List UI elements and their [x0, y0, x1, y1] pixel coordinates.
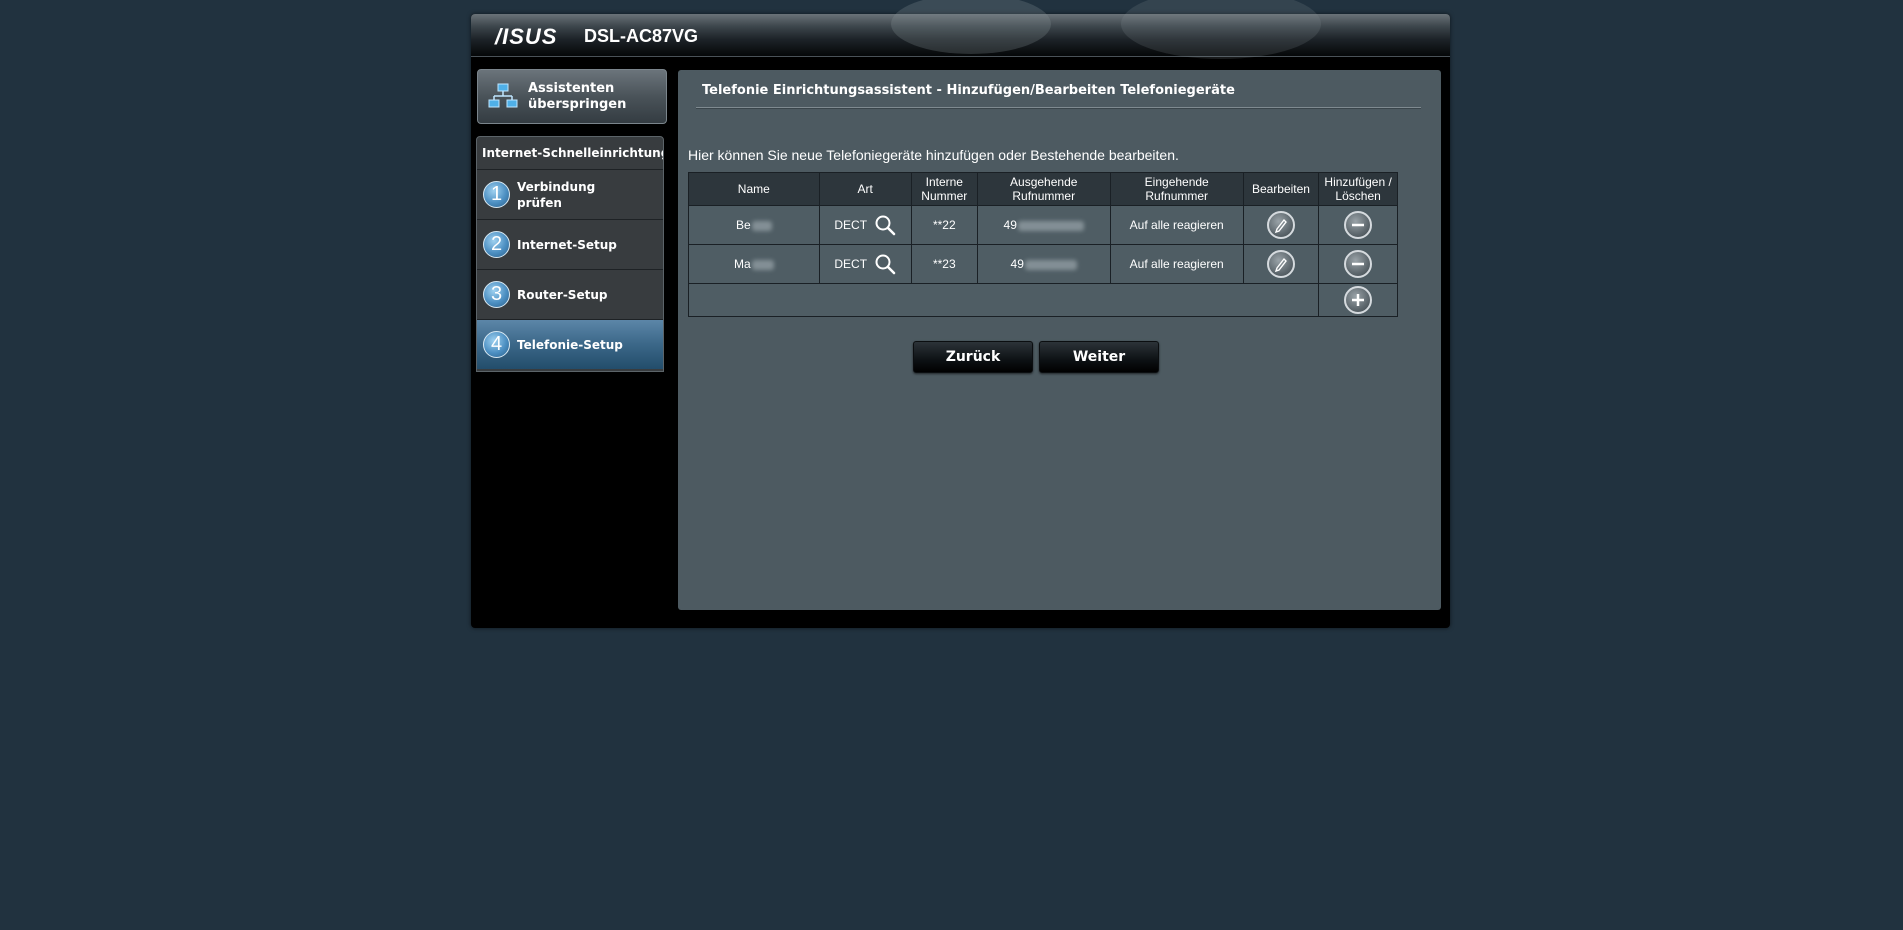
skip-wizard-label: Assistenten überspringen [528, 81, 627, 112]
outgoing-number-cell: 49 [976, 205, 1111, 245]
delete-cell [1318, 244, 1398, 284]
col-hinzufuegen: Hinzufügen / Löschen [1318, 172, 1398, 206]
search-icon[interactable] [874, 253, 896, 275]
step-number-icon: 1 [483, 181, 510, 208]
col-art: Art [818, 172, 912, 206]
step-verbindung[interactable]: 1 Verbindung prüfen [477, 170, 663, 220]
col-ausgehende: Ausgehende Rufnummer [976, 172, 1111, 206]
internal-number-cell: **23 [910, 244, 978, 284]
step-internet-setup[interactable]: 2 Internet-Setup [477, 220, 663, 270]
page-description: Hier können Sie neue Telefoniegeräte hin… [688, 147, 1179, 163]
header-banner: /ISUS DSL-AC87VG [471, 0, 1450, 59]
table-row: Be DECT **22 49 Auf alle reagieren [688, 205, 1398, 245]
step-number-icon: 4 [483, 331, 510, 358]
step-label: Internet-Setup [517, 237, 617, 252]
pencil-icon[interactable] [1266, 211, 1295, 239]
device-art-cell: DECT [818, 244, 912, 284]
step-label: Verbindung prüfen [517, 179, 596, 210]
table-row: Ma DECT **23 49 Auf alle reagieren [688, 244, 1398, 284]
page-title: Telefonie Einrichtungsassistent - Hinzuf… [702, 83, 1235, 98]
device-name-cell: Be [688, 205, 820, 245]
empty-cell [687, 283, 1320, 317]
incoming-number-cell: Auf alle reagieren [1109, 205, 1244, 245]
skip-wizard-button[interactable]: Assistenten überspringen [477, 69, 667, 124]
pencil-icon[interactable] [1266, 250, 1295, 278]
network-icon [488, 83, 518, 108]
back-button[interactable]: Zurück [913, 341, 1033, 373]
next-button[interactable]: Weiter [1039, 341, 1159, 373]
edit-cell [1242, 244, 1320, 284]
col-eingehende: Eingehende Rufnummer [1109, 172, 1244, 206]
title-divider [696, 107, 1421, 109]
search-icon[interactable] [874, 214, 896, 236]
internal-number-cell: **22 [910, 205, 978, 245]
step-number-icon: 2 [483, 231, 510, 258]
content-panel: Telefonie Einrichtungsassistent - Hinzuf… [678, 70, 1441, 610]
model-name: DSL-AC87VG [584, 26, 699, 46]
step-router-setup[interactable]: 3 Router-Setup [477, 270, 663, 320]
setup-steps-panel: Internet-Schnelleinrichtung 1 Verbindung… [476, 136, 664, 372]
col-name: Name [688, 172, 820, 206]
step-telefonie-setup[interactable]: 4 Telefonie-Setup [477, 320, 663, 369]
incoming-number-cell: Auf alle reagieren [1109, 244, 1244, 284]
minus-icon[interactable] [1344, 211, 1373, 239]
device-art-cell: DECT [818, 205, 912, 245]
col-bearbeiten: Bearbeiten [1242, 172, 1320, 206]
col-interne: Interne Nummer [910, 172, 978, 206]
step-label: Router-Setup [517, 287, 608, 302]
minus-icon[interactable] [1344, 250, 1373, 278]
asus-logo: /ISUS [495, 24, 558, 49]
outgoing-number-cell: 49 [976, 244, 1111, 284]
delete-cell [1318, 205, 1398, 245]
device-name-cell: Ma [688, 244, 820, 284]
router-frame: /ISUS DSL-AC87VG Assistenten überspringe… [471, 0, 1450, 628]
step-number-icon: 3 [483, 281, 510, 308]
plus-icon[interactable] [1344, 286, 1373, 314]
table-add-row [687, 283, 1398, 317]
table-header-row: Name Art Interne Nummer Ausgehende Rufnu… [688, 172, 1398, 206]
add-cell [1318, 283, 1398, 317]
step-label: Telefonie-Setup [517, 337, 623, 352]
steps-title: Internet-Schnelleinrichtung [477, 137, 663, 170]
edit-cell [1242, 205, 1320, 245]
devices-table: Name Art Interne Nummer Ausgehende Rufnu… [687, 172, 1398, 317]
